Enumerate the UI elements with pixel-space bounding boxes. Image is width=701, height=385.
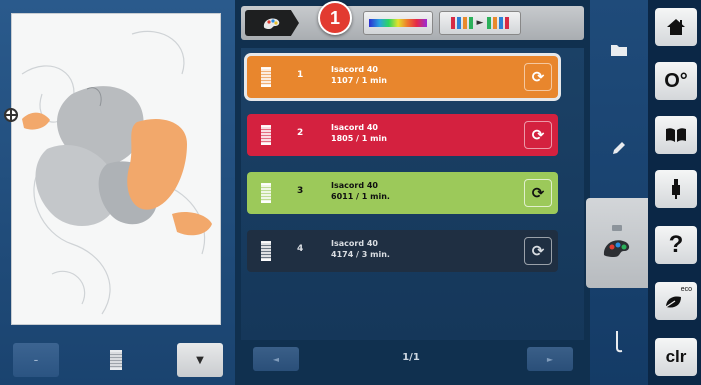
next-page-button[interactable]: ► (527, 347, 573, 371)
pencil-icon (613, 142, 625, 154)
change-color-button[interactable]: ⟳ (524, 121, 552, 149)
refresh-icon: ⟳ (531, 242, 545, 260)
thread-row[interactable]: 2 Isacord 40 1805 / 1 min ⟳ (247, 114, 558, 156)
needle-icon (616, 331, 623, 353)
thread-spool-icon (261, 183, 271, 203)
embroidery-design-image (21, 30, 212, 315)
chevron-down-icon: ▼ (196, 354, 204, 366)
thread-number: 4 (297, 244, 304, 254)
color-palette-mode-icon (603, 225, 630, 257)
folder-icon (611, 45, 627, 56)
callout-badge: 1 (318, 1, 352, 35)
thread-spool-icon (261, 67, 271, 87)
thread-number: 2 (297, 128, 304, 138)
home-button[interactable] (655, 8, 697, 46)
tutorial-book-icon (666, 128, 686, 142)
thread-brand: Isacord 40 (331, 65, 378, 74)
thread-color-bar-button[interactable] (363, 11, 433, 35)
tutorial-button[interactable] (655, 116, 697, 154)
thread-brand: Isacord 40 (331, 239, 378, 248)
chevron-right-icon: ► (546, 354, 554, 364)
thread-row[interactable]: 4 Isacord 40 4174 / 3 min. ⟳ (247, 230, 558, 272)
thread-color-bar-icon (369, 19, 427, 27)
thread-brand: Isacord 40 (331, 181, 378, 190)
thread-color-info: 1107 / 1 min (331, 76, 387, 85)
thread-brand: Isacord 40 (331, 123, 378, 132)
settings-button[interactable]: O° (655, 62, 697, 100)
chevron-left-icon: ◄ (272, 354, 280, 364)
previous-page-button[interactable]: ◄ (253, 347, 299, 371)
thread-row[interactable]: 3 Isacord 40 6011 / 1 min. ⟳ (247, 172, 558, 214)
change-color-button[interactable]: ⟳ (524, 63, 552, 91)
preview-controls: - ▼ (0, 335, 235, 385)
color-palette-icon (263, 18, 280, 29)
embroidery-screen: - ▼ ► 1 1 Isacord 40 1107 / 1 min ⟳ 2 Is… (0, 0, 701, 385)
design-preview-canvas[interactable] (12, 14, 220, 324)
presser-foot-icon (672, 179, 680, 199)
thread-spool-icon (110, 350, 122, 370)
thread-color-panel: ► 1 1 Isacord 40 1107 / 1 min ⟳ 2 Isacor… (235, 0, 590, 385)
thread-color-mode-button[interactable] (586, 198, 648, 288)
thread-spool-icon (261, 241, 271, 261)
expand-button[interactable]: ▼ (177, 343, 223, 377)
open-folder-button[interactable] (590, 24, 648, 76)
page-indicator: 1/1 (402, 352, 420, 363)
hoop-center-marker-icon (4, 108, 18, 122)
thread-header-bar: ► (241, 6, 584, 40)
settings-icon: O° (664, 69, 688, 92)
thread-row[interactable]: 1 Isacord 40 1107 / 1 min ⟳ (247, 56, 558, 98)
change-color-button[interactable]: ⟳ (524, 179, 552, 207)
thread-spool-icon (261, 125, 271, 145)
eco-label: eco (680, 286, 692, 293)
design-preview-panel: - ▼ (0, 0, 235, 385)
help-button[interactable]: ? (655, 226, 697, 264)
color-sort-button[interactable]: ► (439, 11, 521, 35)
design-mode-tab[interactable] (245, 10, 299, 36)
help-icon: ? (668, 231, 684, 258)
stitch-button[interactable] (590, 316, 648, 368)
refresh-icon: ⟳ (531, 184, 545, 202)
minus-icon: - (33, 352, 39, 368)
clear-icon: clr (665, 347, 687, 366)
thread-list: 1 Isacord 40 1107 / 1 min ⟳ 2 Isacord 40… (241, 48, 584, 340)
clear-button[interactable]: clr (655, 338, 697, 376)
pager: ◄ 1/1 ► (241, 343, 584, 377)
minus-button[interactable]: - (13, 343, 59, 377)
change-color-button[interactable]: ⟳ (524, 237, 552, 265)
thread-color-info: 1805 / 1 min (331, 134, 387, 143)
thread-number: 1 (297, 70, 304, 80)
system-button-column: O° ? eco clr (648, 0, 701, 385)
home-icon (667, 19, 685, 35)
thread-number: 3 (297, 186, 304, 196)
presser-foot-button[interactable] (655, 170, 697, 208)
thread-color-info: 6011 / 1 min. (331, 192, 390, 201)
refresh-icon: ⟳ (531, 126, 545, 144)
mode-column (586, 0, 648, 385)
edit-button[interactable] (590, 122, 648, 174)
eco-button[interactable]: eco (655, 282, 697, 320)
thread-color-info: 4174 / 3 min. (331, 250, 390, 259)
refresh-icon: ⟳ (531, 68, 545, 86)
color-sort-icon: ► (450, 17, 510, 29)
